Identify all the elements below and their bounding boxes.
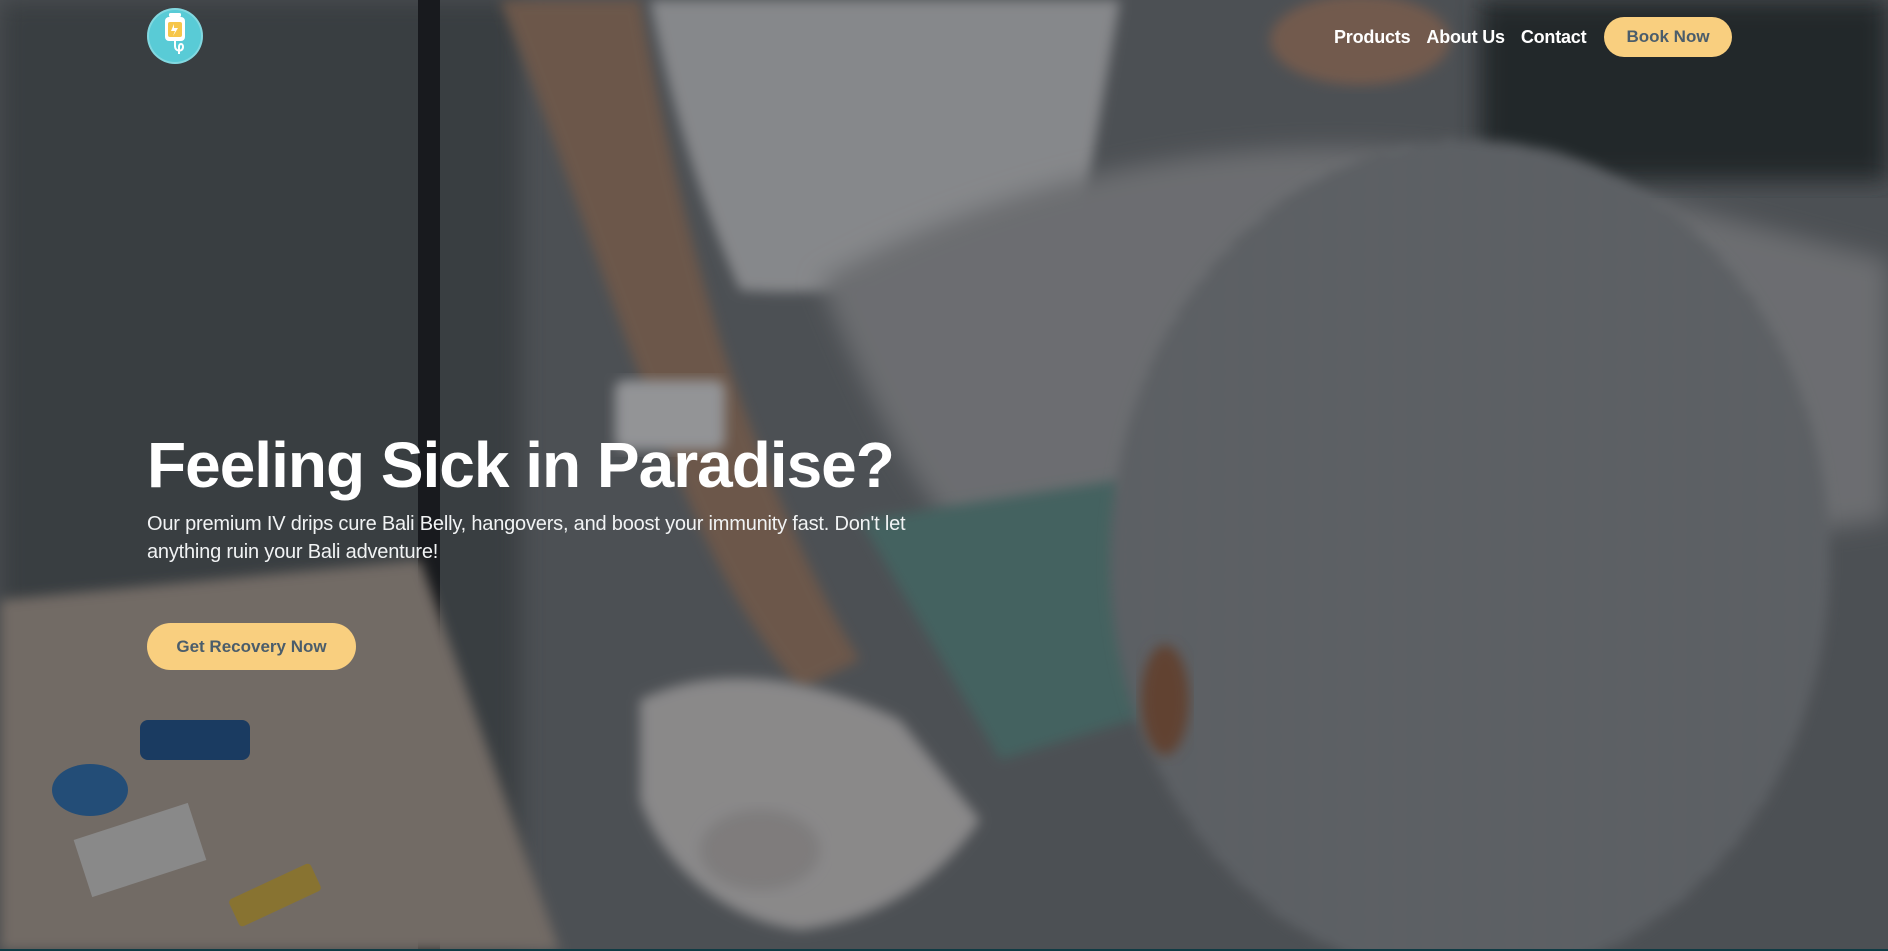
iv-bag-icon [157, 12, 193, 61]
hero-section: Products About Us Contact Book Now Feeli… [0, 0, 1888, 951]
nav-links: Products About Us Contact [1334, 24, 1587, 50]
top-navigation: Products About Us Contact Book Now [0, 0, 1888, 74]
brand-logo[interactable] [147, 8, 203, 64]
get-recovery-now-button[interactable]: Get Recovery Now [147, 623, 356, 670]
book-now-button[interactable]: Book Now [1604, 17, 1732, 57]
hero-subtitle: Our premium IV drips cure Bali Belly, ha… [147, 513, 906, 563]
nav-link-products[interactable]: Products [1334, 24, 1411, 50]
nav-link-about-us[interactable]: About Us [1426, 24, 1505, 50]
nav-link-contact[interactable]: Contact [1521, 24, 1587, 50]
hero-title: Feeling Sick in Paradise? [147, 429, 895, 501]
